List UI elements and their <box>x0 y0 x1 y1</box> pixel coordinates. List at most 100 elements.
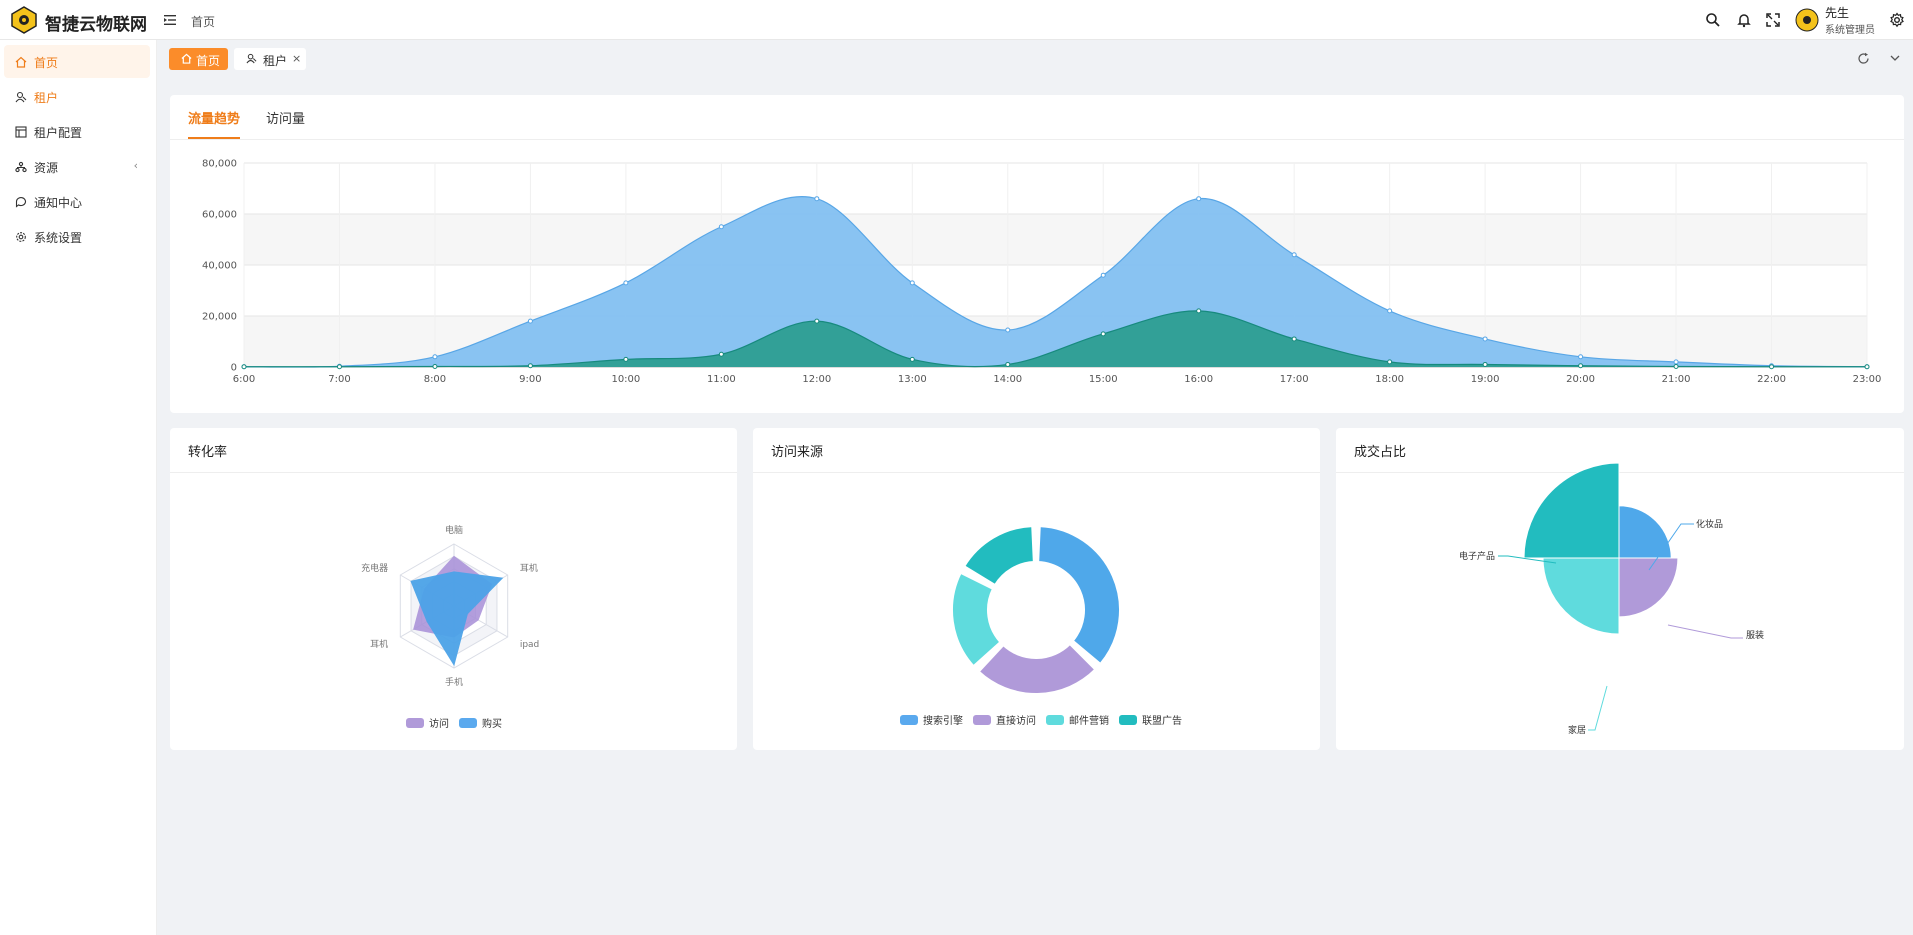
radar-indicator-label: ipad <box>520 640 539 650</box>
x-tick-label: 14:00 <box>993 374 1022 385</box>
legend-item-direct[interactable]: 直接访问 <box>973 712 1036 727</box>
refresh-icon[interactable] <box>1857 52 1870 65</box>
data-point <box>909 356 915 362</box>
close-icon[interactable]: × <box>292 52 301 65</box>
search-icon[interactable] <box>1705 12 1721 28</box>
gear-icon[interactable] <box>1889 12 1905 28</box>
y-tick-label: 60,000 <box>202 210 237 221</box>
avatar[interactable] <box>1795 8 1819 32</box>
x-tick-label: 18:00 <box>1375 374 1404 385</box>
resource-icon <box>15 161 27 173</box>
legend-label: 直接访问 <box>996 716 1036 727</box>
data-point <box>336 364 342 370</box>
deal-share-card: 成交占比 化妆品 服装 家居 电子产品 <box>1336 428 1904 750</box>
x-tick-label: 23:00 <box>1853 374 1882 385</box>
x-tick-label: 6:00 <box>233 374 255 385</box>
sidebar-item-label: 首页 <box>34 56 59 70</box>
data-point <box>241 364 247 370</box>
y-tick-label: 80,000 <box>202 159 237 170</box>
legend-item-email[interactable]: 邮件营销 <box>1046 712 1109 727</box>
sidebar-item-notification[interactable]: 通知中心 <box>4 185 150 218</box>
rose-slice <box>1542 557 1620 635</box>
data-point <box>432 354 438 360</box>
menu-fold-icon[interactable] <box>163 13 177 27</box>
data-point <box>1673 359 1679 365</box>
x-tick-label: 7:00 <box>328 374 350 385</box>
sidebar-item-tenant[interactable]: 租户 <box>4 80 150 113</box>
user-role: 系统管理员 <box>1825 25 1875 36</box>
x-tick-label: 9:00 <box>519 374 541 385</box>
sidebar-item-settings[interactable]: 系统设置 <box>4 220 150 253</box>
fullscreen-icon[interactable] <box>1765 12 1781 28</box>
grid-band <box>244 214 1867 265</box>
x-tick-label: 17:00 <box>1280 374 1309 385</box>
sidebar-item-label: 资源 <box>34 161 59 175</box>
legend-item-ads[interactable]: 联盟广告 <box>1119 712 1182 727</box>
sidebar-item-label: 系统设置 <box>34 231 83 245</box>
radar-indicator-label: 耳机 <box>370 638 388 650</box>
x-tick-label: 21:00 <box>1662 374 1691 385</box>
sidebar-item-home[interactable]: 首页 <box>4 45 150 78</box>
message-icon <box>15 197 27 208</box>
x-tick-label: 8:00 <box>424 374 446 385</box>
legend-label: 访问 <box>429 719 449 730</box>
y-tick-label: 0 <box>231 363 237 374</box>
legend-item-search[interactable]: 搜索引擎 <box>900 712 963 727</box>
data-point <box>623 280 629 286</box>
data-point <box>718 351 724 357</box>
top-header: 智捷云物联网 首页 先生 系统管理员 <box>0 0 1913 40</box>
data-point <box>1100 331 1106 337</box>
bell-icon[interactable] <box>1736 12 1752 28</box>
home-icon <box>15 56 27 68</box>
conversion-card: 转化率 电脑 耳机 ipad 手机 耳机 充电器 访问 购买 <box>170 428 737 750</box>
tab-home-label: 首页 <box>196 54 221 68</box>
data-point <box>623 356 629 362</box>
data-point <box>1196 308 1202 314</box>
app-title: 智捷云物联网 <box>45 15 147 35</box>
chevron-left-icon[interactable]: ‹ <box>134 159 138 172</box>
rose-slice <box>1618 505 1672 559</box>
legend-label: 搜索引擎 <box>923 716 963 727</box>
data-point <box>1482 336 1488 342</box>
donut-legend: 搜索引擎 直接访问 邮件营销 联盟广告 <box>900 712 1182 727</box>
user-icon <box>15 91 27 103</box>
trend-card: 流量趋势 访问量 0 20,000 40,000 60,000 80,000 6:00 7:… <box>170 95 1904 413</box>
tab-home[interactable]: 首页 <box>169 48 228 70</box>
sidebar-item-tenant-config[interactable]: 租户配置 <box>4 115 150 148</box>
sidebar-item-resource[interactable]: 资源 ‹ <box>4 150 150 183</box>
radar-indicator-label: 耳机 <box>520 562 538 574</box>
data-point <box>1482 361 1488 367</box>
data-point <box>1005 361 1011 367</box>
rose-slice <box>1618 557 1679 618</box>
label-leader-line <box>1588 685 1608 731</box>
rose-slice-label: 家居 <box>1568 724 1586 736</box>
x-tick-label: 10:00 <box>611 374 640 385</box>
data-point <box>1578 363 1584 369</box>
tab-tenant-label: 租户 <box>263 54 288 68</box>
user-name[interactable]: 先生 <box>1825 4 1849 21</box>
chevron-down-icon[interactable] <box>1889 52 1901 64</box>
data-point <box>1769 364 1775 370</box>
tab-tenant[interactable]: 租户 × <box>234 48 306 70</box>
sidebar-item-label: 通知中心 <box>34 196 83 210</box>
sidebar-item-label: 租户 <box>34 91 59 105</box>
legend-item-visit[interactable]: 访问 <box>406 715 449 730</box>
y-tick-label: 40,000 <box>202 261 237 272</box>
y-tick-label: 20,000 <box>202 312 237 323</box>
data-point <box>909 280 915 286</box>
legend-item-buy[interactable]: 购买 <box>459 715 502 730</box>
x-tick-label: 13:00 <box>898 374 927 385</box>
deal-rose-chart: 化妆品服装家居 电子产品 <box>1459 462 1764 736</box>
home-icon <box>181 53 192 64</box>
user-icon <box>246 53 257 64</box>
x-tick-label: 15:00 <box>1089 374 1118 385</box>
legend-label: 联盟广告 <box>1142 716 1182 727</box>
x-tick-label: 22:00 <box>1757 374 1786 385</box>
rose-slice-label: 电子产品 <box>1459 550 1495 562</box>
sidebar: 首页 租户 租户配置 资源 ‹ 通知中心 系统设置 <box>0 40 157 935</box>
data-point <box>1387 359 1393 365</box>
data-point <box>1291 252 1297 258</box>
legend-label: 邮件营销 <box>1069 716 1109 727</box>
traffic-area-chart: 0 20,000 40,000 60,000 80,000 6:00 7:00 8:00 9:0… <box>202 159 1882 386</box>
label-leader-line <box>1667 624 1743 639</box>
